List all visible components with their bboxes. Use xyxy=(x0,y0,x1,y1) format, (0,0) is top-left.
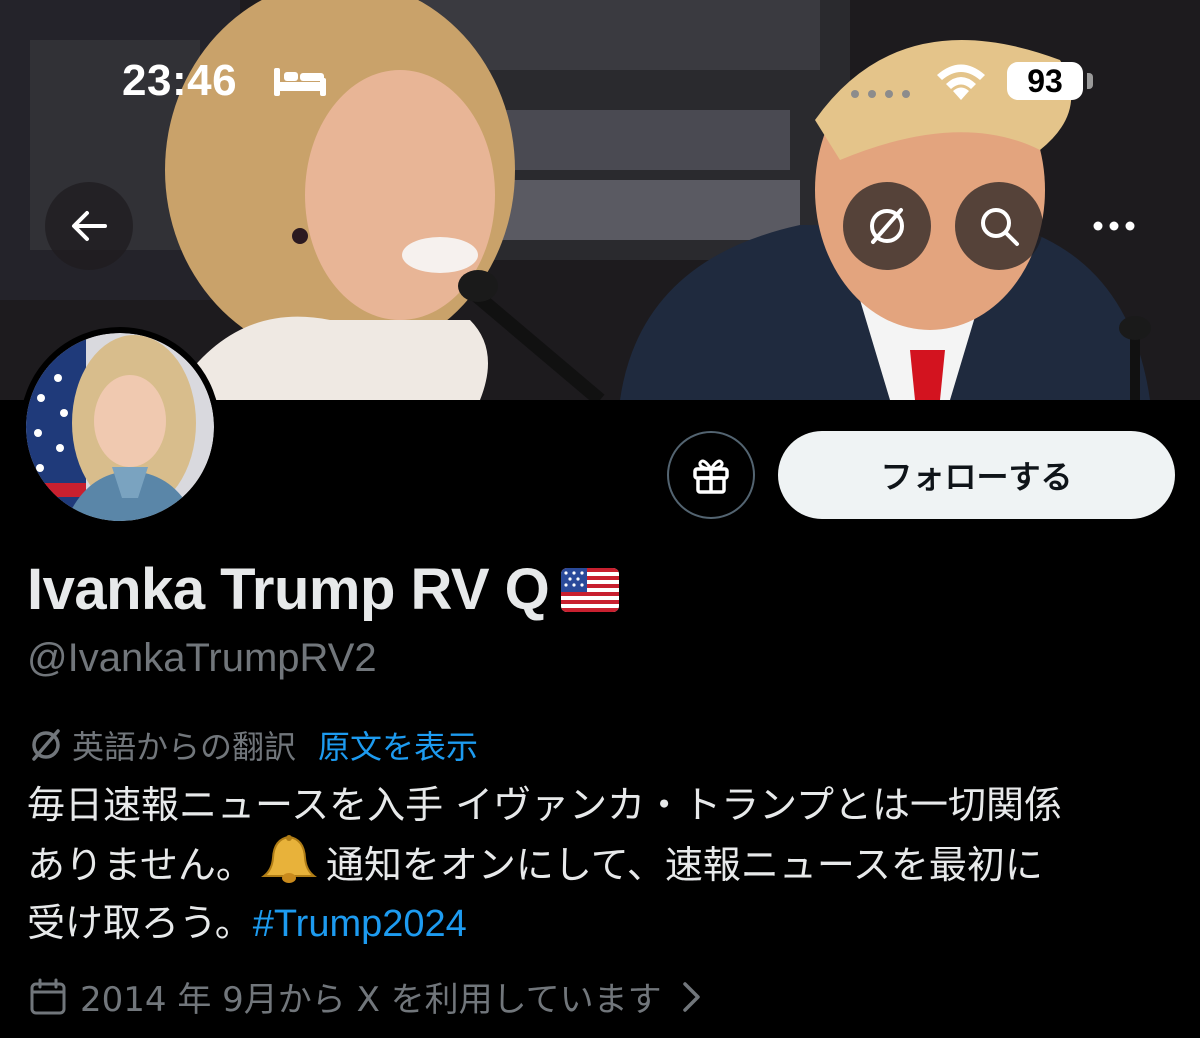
user-handle: @IvankaTrumpRV2 xyxy=(27,636,377,680)
profile-banner[interactable]: 23:46 93 xyxy=(0,0,1200,400)
profile-avatar[interactable] xyxy=(20,327,220,527)
status-time: 23:46 xyxy=(122,56,238,105)
arrow-left-icon xyxy=(72,211,107,241)
chevron-right-icon xyxy=(682,981,700,1012)
joined-date-row[interactable]: 2014 年 9月から X を利用しています xyxy=(28,972,706,1021)
translate-slash-icon xyxy=(32,729,60,761)
bio-line-2-end: 通知をオンにして、速報ニュースを最初に xyxy=(325,843,1043,887)
hashtag-link[interactable]: #Trump2024 xyxy=(253,903,467,945)
bell-icon xyxy=(260,835,317,883)
wifi-icon xyxy=(937,64,985,100)
name-row: Ivanka Trump RV Q xyxy=(27,556,620,623)
bio-line-2-start: ありません。 xyxy=(27,843,254,887)
bio-line-2: ありません。 通知をオンにして、速報ニュースを最初に xyxy=(27,834,1187,894)
bio-line-3-start: 受け取ろう。 xyxy=(27,901,253,945)
translation-label: 英語からの翻訳 xyxy=(72,728,297,766)
more-icon xyxy=(1093,221,1135,231)
translation-row: 英語からの翻訳 原文を表示 xyxy=(28,722,478,768)
profile-bio: 毎日速報ニュースを入手 イヴァンカ・トランプとは一切関係 ありません。 通知をオ… xyxy=(27,776,1187,953)
battery-indicator: 93 xyxy=(1007,62,1083,100)
us-flag-icon xyxy=(561,567,620,612)
more-button[interactable] xyxy=(1070,182,1158,270)
battery-tip xyxy=(1087,73,1093,89)
bio-line-1: 毎日速報ニュースを入手 イヴァンカ・トランプとは一切関係 xyxy=(27,783,1063,827)
display-name: Ivanka Trump RV Q xyxy=(27,557,550,622)
back-button[interactable] xyxy=(45,182,133,270)
avatar-photo xyxy=(26,333,214,521)
calendar-icon xyxy=(30,978,66,1014)
bed-icon xyxy=(274,68,326,96)
cellular-signal-icon xyxy=(851,90,910,98)
gift-icon xyxy=(693,459,729,494)
follow-button[interactable]: フォローする xyxy=(778,431,1175,519)
show-original-link[interactable]: 原文を表示 xyxy=(318,722,478,768)
bio-line-3: 受け取ろう。#Trump2024 xyxy=(27,894,1187,953)
joined-date-text: 2014 年 9月から X を利用しています xyxy=(80,980,662,1020)
translate-button[interactable] xyxy=(843,182,931,270)
search-button[interactable] xyxy=(955,182,1043,270)
gift-button[interactable] xyxy=(667,431,755,519)
translate-slash-icon xyxy=(870,208,904,244)
search-icon xyxy=(981,208,1019,246)
